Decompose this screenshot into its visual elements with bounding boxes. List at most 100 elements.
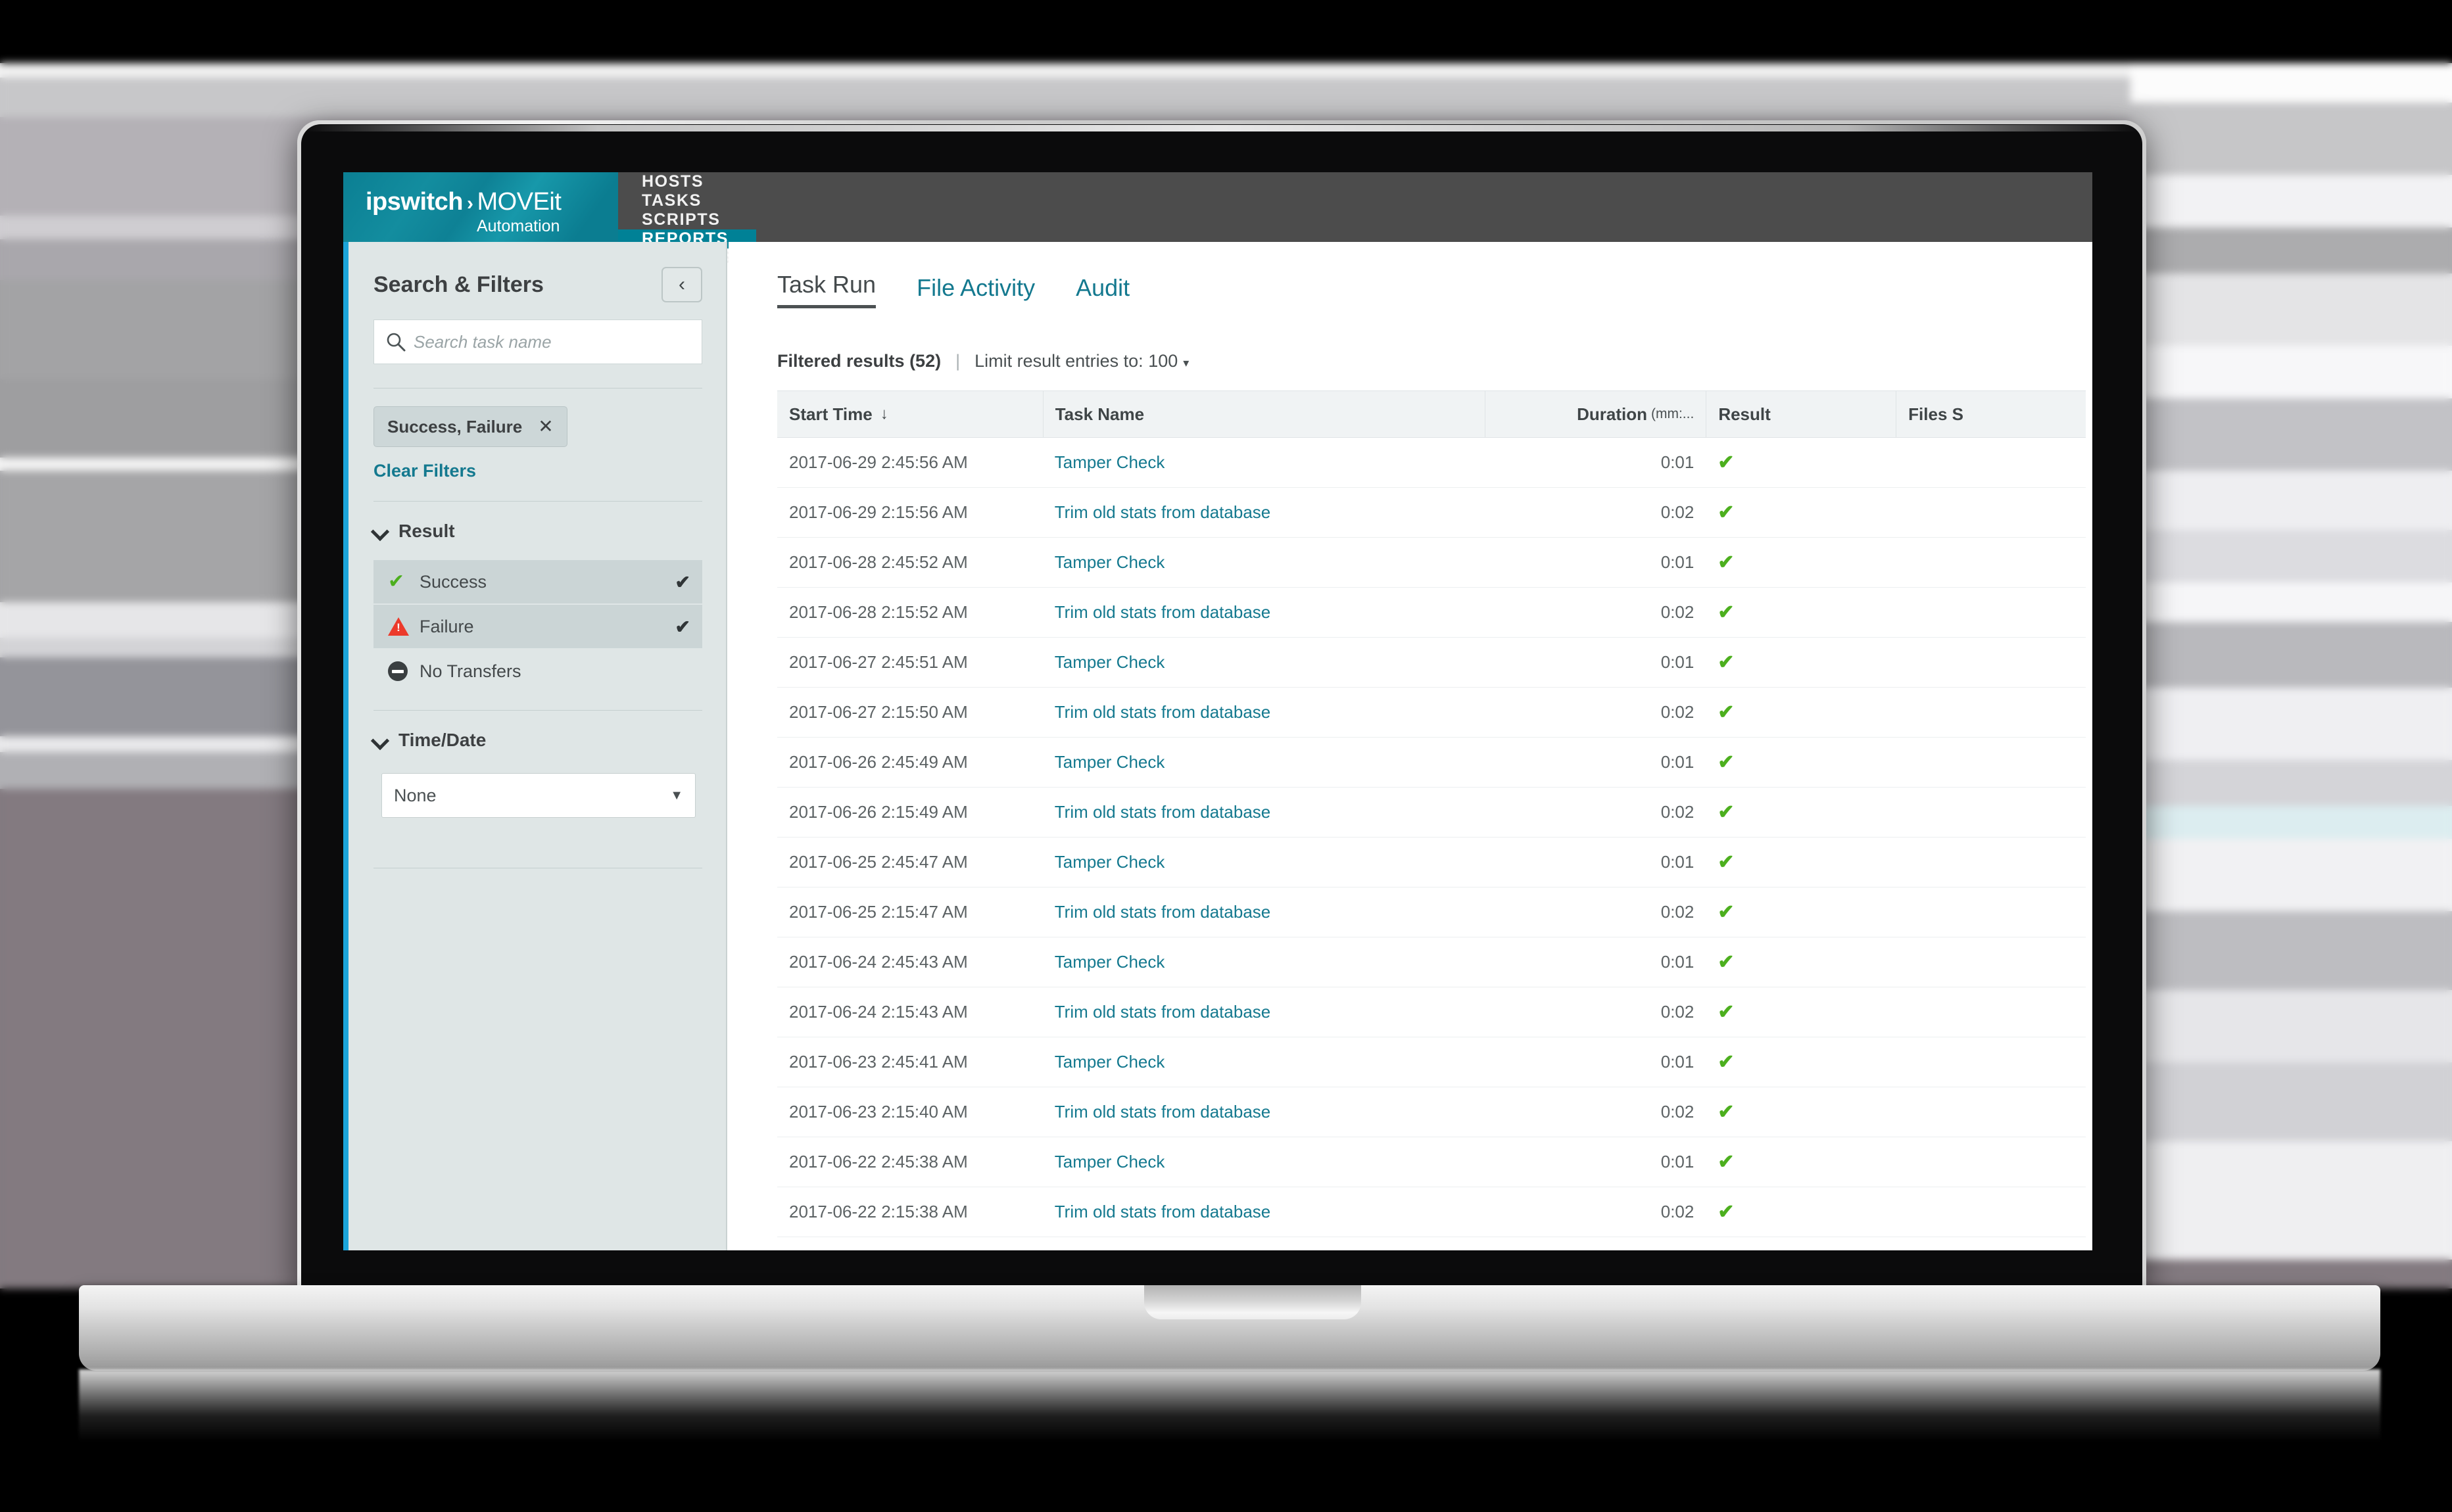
cell-dur: 0:02 — [1660, 1102, 1695, 1122]
table-row[interactable]: 2017-06-24 2:45:43 AM Tamper Check 0:01 ✔ — [777, 937, 2086, 987]
cell-start: 2017-06-28 2:15:52 AM — [789, 602, 968, 622]
search-icon — [387, 333, 406, 352]
table-row[interactable]: 2017-06-28 2:45:52 AM Tamper Check 0:01 ✔ — [777, 538, 2086, 588]
cell-dur: 0:01 — [1660, 452, 1695, 472]
cell-res: ✔ — [1718, 851, 1735, 873]
cell-task[interactable]: Trim old stats from database — [1043, 602, 1485, 623]
green-check-icon: ✔ — [388, 571, 405, 592]
cell-start: 2017-06-26 2:45:49 AM — [789, 752, 968, 772]
tab-file-activity[interactable]: File Activity — [917, 274, 1035, 308]
chevron-left-icon[interactable]: ‹ — [661, 267, 702, 302]
table-row[interactable]: 2017-06-29 2:15:56 AM Trim old stats from… — [777, 488, 2086, 538]
cell-dur: 0:01 — [1660, 652, 1695, 672]
cell-dur: 0:01 — [1660, 752, 1695, 772]
brand-tagline: Automation — [476, 217, 560, 235]
filter-option-failure[interactable]: Failure ✔ — [373, 605, 702, 648]
table-row[interactable]: 2017-06-25 2:15:47 AM Trim old stats from… — [777, 887, 2086, 937]
cell-task[interactable]: Trim old stats from database — [1043, 1102, 1485, 1122]
column-header-task[interactable]: Task Name — [1042, 391, 1485, 437]
cell-task[interactable]: Tamper Check — [1043, 1052, 1485, 1072]
active-filter-chip[interactable]: Success, Failure ✕ — [373, 406, 567, 447]
laptop-base-reflection — [79, 1369, 2380, 1442]
search-input[interactable] — [414, 331, 691, 352]
task-run-table-body: 2017-06-29 2:45:56 AM Tamper Check 0:01 ✔ 20… — [777, 438, 2086, 1250]
cell-res: ✔ — [1718, 1001, 1735, 1023]
laptop-screen: ipswitch › MOVEit Automation HOSTS TASKS SCR… — [343, 172, 2092, 1250]
close-icon[interactable]: ✕ — [538, 417, 553, 436]
column-header-files[interactable]: Files S — [1896, 391, 2086, 437]
nav-item-hosts[interactable]: HOSTS — [618, 172, 756, 191]
filter-option-no-transfers[interactable]: No Transfers — [373, 650, 702, 693]
cell-dur: 0:02 — [1660, 502, 1695, 522]
nav-item-scripts[interactable]: SCRIPTS — [618, 210, 756, 229]
active-filter-chip-label: Success, Failure — [387, 416, 523, 437]
cell-task[interactable]: Trim old stats from database — [1043, 502, 1485, 523]
table-row[interactable]: 2017-06-27 2:45:51 AM Tamper Check 0:01 ✔ — [777, 638, 2086, 688]
table-row[interactable]: 2017-06-23 2:15:40 AM Trim old stats from… — [777, 1087, 2086, 1137]
cell-task[interactable]: Tamper Check — [1043, 552, 1485, 573]
filter-group-timedate-header[interactable]: Time/Date — [373, 730, 486, 751]
limit-entries-dropdown[interactable]: Limit result entries to: 100 ▾ — [974, 351, 1189, 371]
tab-audit[interactable]: Audit — [1076, 274, 1130, 308]
cell-start: 2017-06-24 2:15:43 AM — [789, 1002, 968, 1022]
table-row[interactable]: 2017-06-22 2:15:38 AM Trim old stats from… — [777, 1187, 2086, 1237]
chevron-down-icon — [373, 524, 388, 538]
cell-task[interactable]: Trim old stats from database — [1043, 1002, 1485, 1022]
cell-task[interactable]: Tamper Check — [1043, 652, 1485, 673]
column-header-res[interactable]: Result — [1706, 391, 1896, 437]
timedate-select[interactable]: None ▼ — [381, 773, 696, 818]
sidebar-divider-2 — [373, 501, 702, 502]
cell-task[interactable]: Tamper Check — [1043, 852, 1485, 872]
cell-task[interactable]: Tamper Check — [1043, 752, 1485, 772]
filter-group-result-label: Result — [398, 521, 455, 541]
cell-dur: 0:02 — [1660, 602, 1695, 622]
column-header-dur[interactable]: Duration (mm:... — [1484, 391, 1706, 437]
cell-res: ✔ — [1718, 1151, 1735, 1173]
cell-res: ✔ — [1718, 502, 1735, 523]
cell-res: ✔ — [1718, 701, 1735, 723]
brand-logo-text: ipswitch › MOVEit Automation — [366, 188, 562, 235]
table-row[interactable]: 2017-06-24 2:15:43 AM Trim old stats from… — [777, 987, 2086, 1037]
cell-task[interactable]: Trim old stats from database — [1043, 902, 1485, 922]
cell-dur: 0:02 — [1660, 802, 1695, 822]
table-row[interactable]: 2017-06-28 2:15:52 AM Trim old stats from… — [777, 588, 2086, 638]
table-row[interactable]: 2017-06-25 2:45:47 AM Tamper Check 0:01 ✔ — [777, 838, 2086, 887]
column-header-label: Files S — [1908, 404, 1963, 424]
task-run-table-header: Start Time ↓ Task Name Duration (mm:... Resul… — [777, 390, 2086, 438]
cell-task[interactable]: Trim old stats from database — [1043, 802, 1485, 822]
no-transfers-icon — [388, 661, 412, 681]
brand-company: ipswitch — [366, 188, 464, 216]
sort-descending-icon[interactable]: ↓ — [880, 405, 888, 423]
cell-task[interactable]: Tamper Check — [1043, 1152, 1485, 1172]
table-row[interactable]: 2017-06-26 2:15:49 AM Trim old stats from… — [777, 788, 2086, 838]
column-header-label: Result — [1718, 404, 1771, 424]
brand-chevron-icon: › — [467, 193, 473, 214]
table-row[interactable]: 2017-06-21 2:45:36 AMTamper Check0:01✔ — [777, 1237, 2086, 1250]
cell-task[interactable]: Trim old stats from database — [1043, 1202, 1485, 1222]
tab-task-run[interactable]: Task Run — [777, 271, 877, 308]
column-header-start[interactable]: Start Time ↓ — [777, 391, 1043, 437]
table-row[interactable]: 2017-06-23 2:45:41 AM Tamper Check 0:01 ✔ — [777, 1037, 2086, 1087]
cell-res: ✔ — [1718, 951, 1735, 973]
cell-task[interactable]: Tamper Check — [1043, 452, 1485, 473]
cell-res: ✔ — [1718, 1101, 1735, 1123]
search-input-wrapper[interactable] — [373, 319, 702, 364]
clear-filters-link[interactable]: Clear Filters — [373, 461, 476, 481]
filter-option-success[interactable]: ✔ Success ✔ — [373, 560, 702, 603]
cell-res: ✔ — [1718, 552, 1735, 573]
meta-divider: | — [955, 351, 961, 371]
table-row[interactable]: 2017-06-22 2:45:38 AM Tamper Check 0:01 ✔ — [777, 1137, 2086, 1187]
brand-logo[interactable]: ipswitch › MOVEit Automation — [343, 172, 618, 242]
top-nav-items: HOSTSTASKSSCRIPTSREPORTSSETTINGS — [618, 172, 756, 267]
table-row[interactable]: 2017-06-27 2:15:50 AM Trim old stats from… — [777, 688, 2086, 738]
nav-item-tasks[interactable]: TASKS — [618, 191, 756, 210]
results-meta-bar: Filtered results (52) | Limit result ent… — [777, 351, 1189, 371]
cell-dur: 0:01 — [1660, 1052, 1695, 1072]
table-row[interactable]: 2017-06-26 2:45:49 AM Tamper Check 0:01 ✔ — [777, 738, 2086, 788]
cell-task[interactable]: Tamper Check — [1043, 952, 1485, 972]
table-row[interactable]: 2017-06-29 2:45:56 AM Tamper Check 0:01 ✔ — [777, 438, 2086, 488]
column-header-label: Task Name — [1055, 404, 1145, 424]
cell-task[interactable]: Trim old stats from database — [1043, 702, 1485, 722]
filter-group-result-header[interactable]: Result — [373, 521, 455, 542]
cell-dur: 0:02 — [1660, 1002, 1695, 1022]
